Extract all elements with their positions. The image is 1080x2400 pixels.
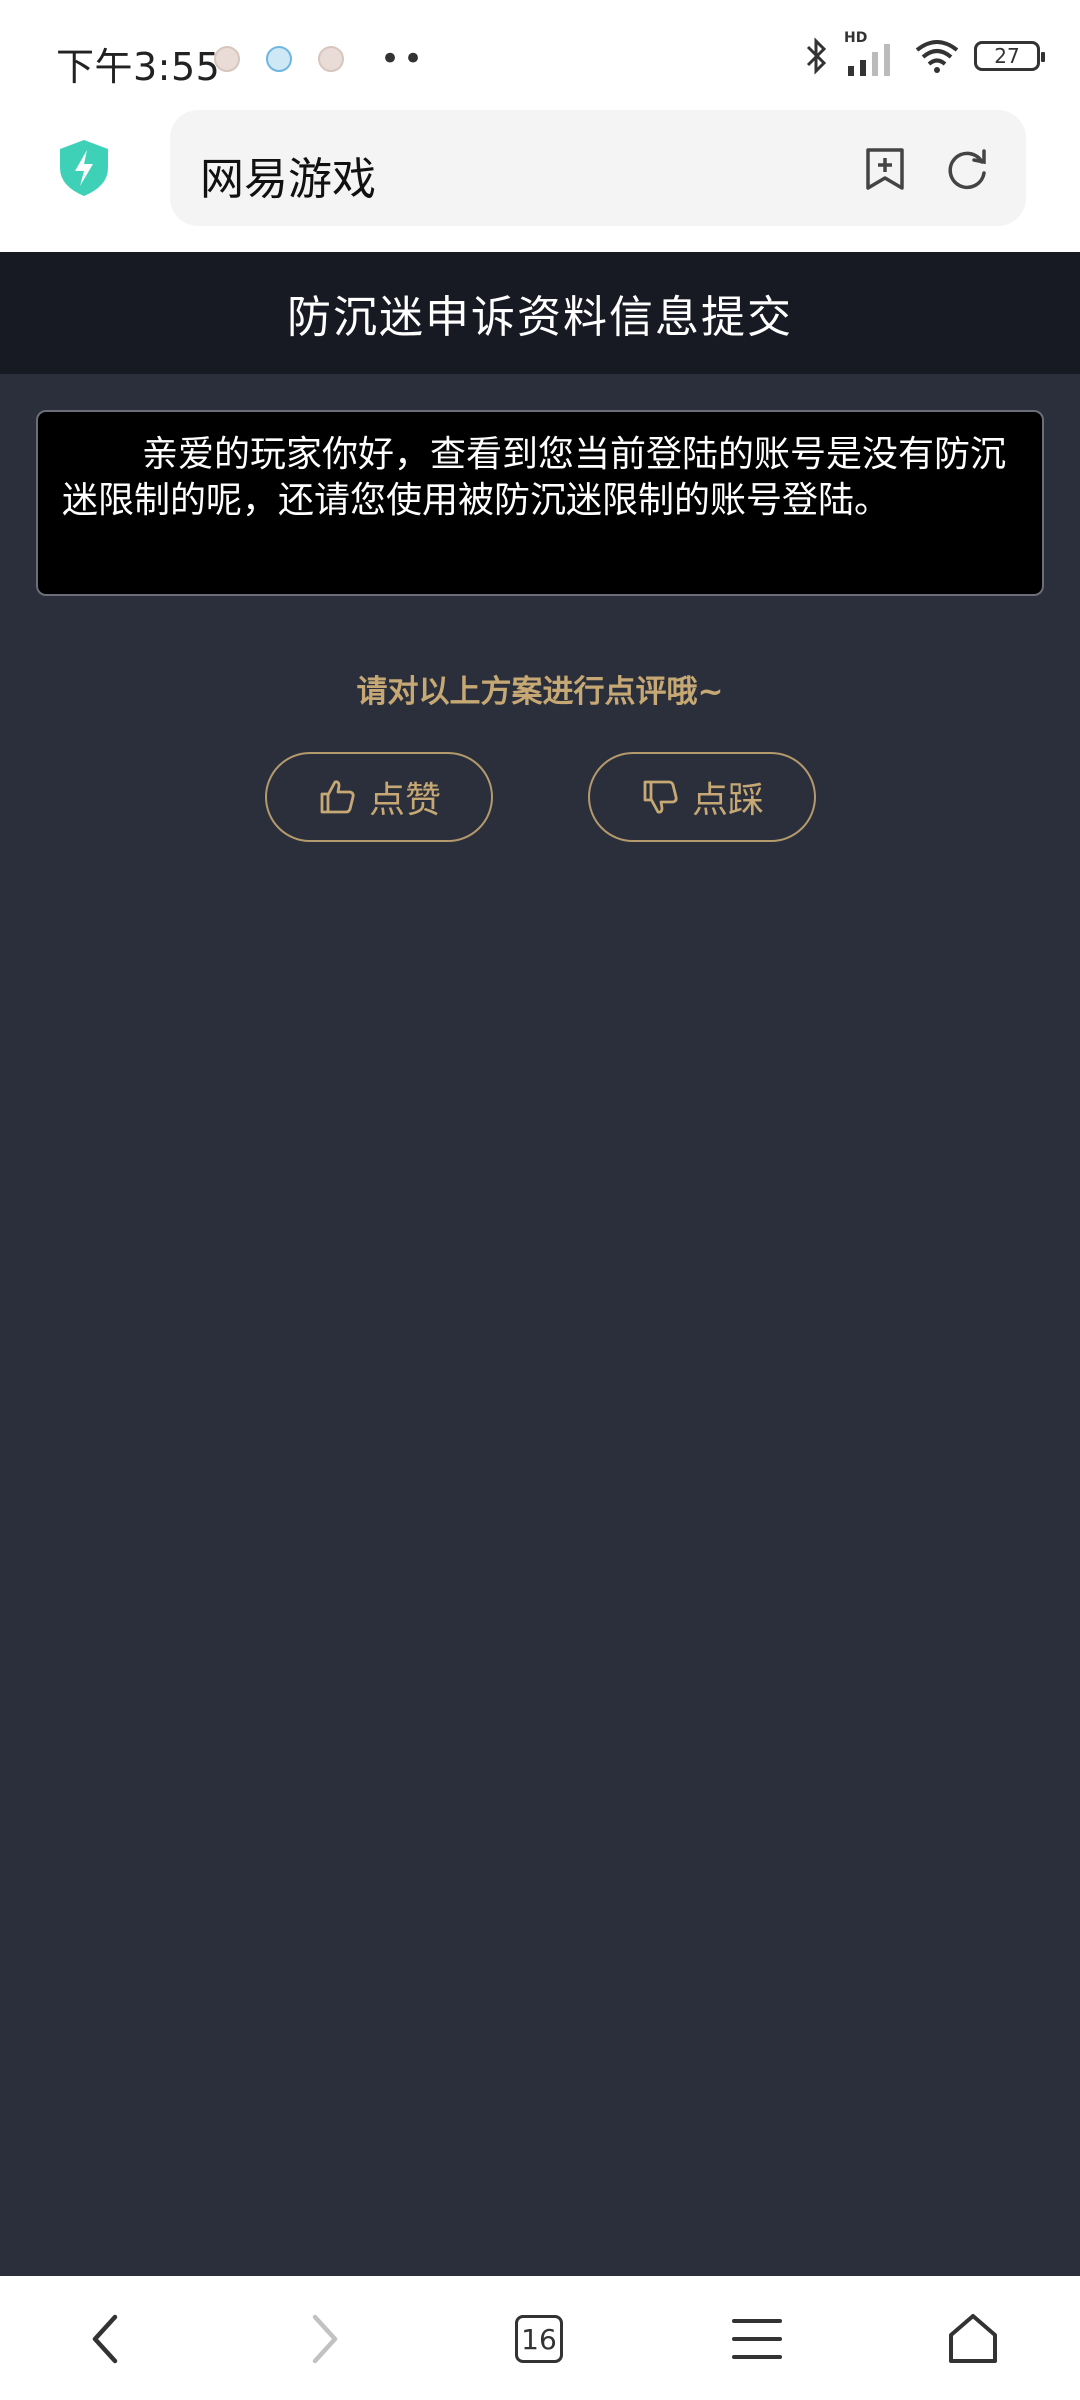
status-bar: 下午3:55 •• HD 27 <box>0 0 1080 110</box>
back-arrow-icon <box>92 2314 118 2364</box>
dislike-label: 点踩 <box>691 780 764 821</box>
bluetooth-icon <box>806 37 827 75</box>
add-bookmark-icon[interactable] <box>862 146 908 192</box>
forward-arrow-icon <box>312 2314 338 2364</box>
status-indicators: HD 27 <box>804 30 1045 76</box>
forward-button[interactable] <box>290 2304 360 2374</box>
wifi-icon <box>915 40 959 73</box>
thumbs-up-icon <box>320 780 355 814</box>
page-header: 防沉迷申诉资料信息提交 <box>0 252 1080 374</box>
cellular-signal-icon <box>848 44 890 76</box>
like-label: 点赞 <box>368 780 441 821</box>
thumbs-down-icon <box>643 780 678 814</box>
dislike-button[interactable]: 点踩 <box>588 752 816 842</box>
page-title: 防沉迷申诉资料信息提交 <box>287 292 793 343</box>
status-time: 下午3:55 <box>56 45 221 89</box>
home-button[interactable] <box>938 2304 1008 2374</box>
app-notification-icon <box>214 46 240 72</box>
battery-level: 27 <box>994 44 1020 68</box>
menu-button[interactable] <box>722 2304 792 2374</box>
browser-bottom-nav: 16 <box>0 2276 1080 2400</box>
app-notification-icon <box>318 46 344 72</box>
tabs-button[interactable]: 16 <box>504 2304 574 2374</box>
message-box: 亲爱的玩家你好，查看到您当前登陆的账号是没有防沉迷限制的呢，还请您使用被防沉迷限… <box>36 410 1044 596</box>
network-type-label: HD <box>844 30 900 76</box>
menu-icon <box>732 2319 782 2359</box>
home-icon <box>949 2314 997 2363</box>
like-button[interactable]: 点赞 <box>265 752 493 842</box>
security-shield-icon[interactable] <box>56 138 112 198</box>
tab-count: 16 <box>515 2315 563 2363</box>
app-notification-icon <box>266 46 292 72</box>
more-notifications-icon: •• <box>380 39 427 79</box>
address-bar-title[interactable]: 网易游戏 <box>200 143 376 207</box>
message-text: 亲爱的玩家你好，查看到您当前登陆的账号是没有防沉迷限制的呢，还请您使用被防沉迷限… <box>62 434 1007 521</box>
rate-prompt: 请对以上方案进行点评哦~ <box>356 674 724 710</box>
browser-toolbar: 网易游戏 <box>0 110 1080 252</box>
notification-icons: •• <box>214 39 427 79</box>
address-bar[interactable]: 网易游戏 <box>170 110 1026 226</box>
back-button[interactable] <box>70 2304 140 2374</box>
battery-icon: 27 <box>974 41 1045 71</box>
reload-icon[interactable] <box>944 146 990 192</box>
